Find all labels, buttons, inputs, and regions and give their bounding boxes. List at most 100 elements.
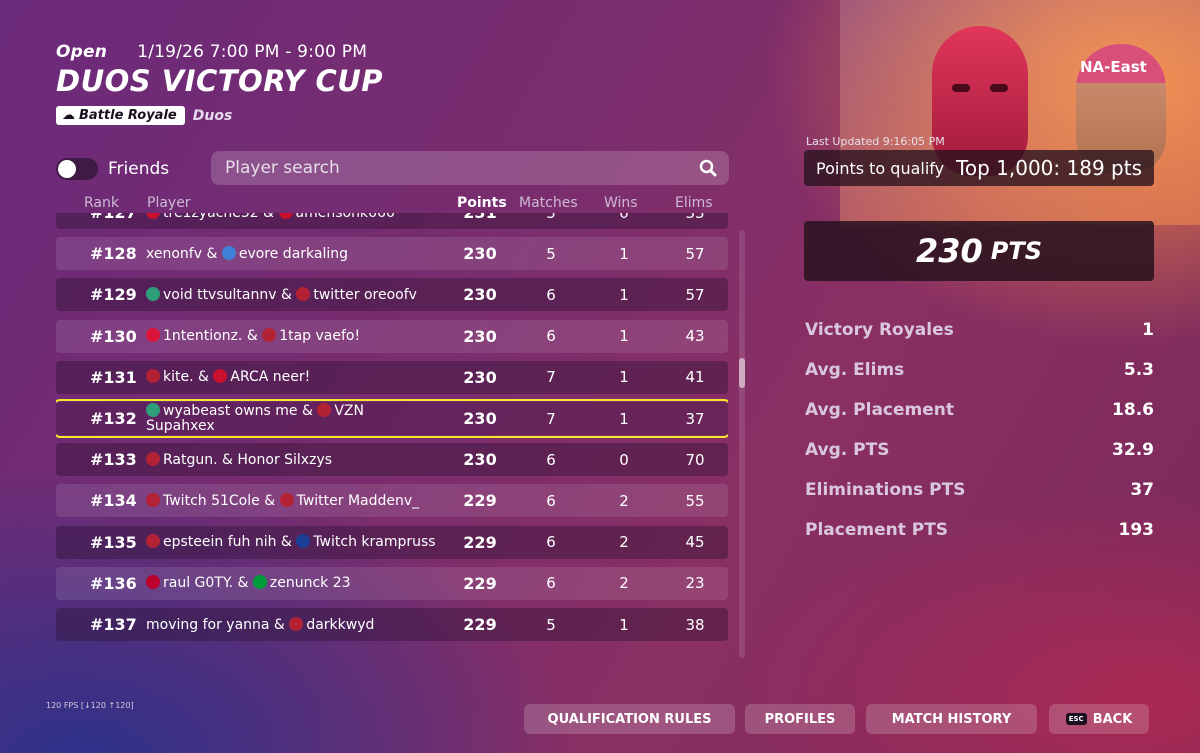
row-players: 1ntentionz. & 1tap vaefo! — [146, 320, 436, 353]
row-wins: 1 — [619, 409, 629, 428]
player-search-bar[interactable] — [211, 151, 729, 185]
row-players: void ttvsultannv & twitter oreoofv — [146, 278, 436, 311]
mode-sub: Duos — [192, 107, 233, 124]
friends-filter[interactable]: Friends — [56, 158, 169, 180]
leaderboard-row[interactable]: #127 tre1zyache32 & amensonk666 231 5 0 33 — [56, 213, 728, 229]
row-rank: #134 — [90, 491, 137, 511]
friends-label: Friends — [108, 159, 170, 179]
leaderboard-header: Rank Player Points Matches Wins Elims — [56, 195, 728, 213]
stat-value: 193 — [1118, 520, 1155, 540]
row-elims: 55 — [685, 491, 705, 510]
row-points: 229 — [463, 532, 497, 552]
qualification-rules-button[interactable]: QUALIFICATION RULES — [524, 704, 735, 734]
battle-bus-icon: ☁ — [62, 108, 75, 123]
row-points: 229 — [463, 615, 497, 634]
stat-label: Avg. PTS — [805, 440, 890, 460]
leaderboard-row[interactable]: #131 kite. & ARCA neer! 230 7 1 41 — [56, 360, 728, 394]
match-history-button[interactable]: MATCH HISTORY — [866, 704, 1037, 734]
row-matches: 7 — [546, 368, 556, 387]
leaderboard-row[interactable]: #135 epsteein fuh nih & Twitch krampruss 2… — [56, 525, 728, 559]
row-points: 231 — [456, 213, 504, 229]
leaderboard-row[interactable]: #134 Twitch 51Cole & Twitter Maddenv_ 229 6… — [56, 484, 728, 518]
qualify-label: Points to qualify — [816, 158, 945, 178]
player-1-name: tre1zyache32 — [163, 213, 259, 221]
player-2-name: twitter oreoofv — [313, 286, 417, 303]
row-elims: 70 — [685, 450, 705, 469]
mode-badge-label: Battle Royale — [79, 108, 177, 123]
leaderboard-row[interactable]: #128 xenonfv & evore darkaling 230 5 1 57 — [56, 237, 728, 271]
row-elims: 33 — [678, 213, 712, 229]
col-matches[interactable]: Matches — [519, 195, 578, 211]
row-rank: #131 — [90, 367, 137, 387]
row-matches: 6 — [546, 285, 556, 304]
flag-icon — [146, 492, 160, 507]
row-points: 229 — [463, 573, 497, 593]
friends-toggle[interactable] — [56, 158, 98, 180]
flag-icon — [146, 534, 160, 549]
col-points[interactable]: Points — [457, 195, 507, 211]
row-rank: #133 — [90, 450, 137, 470]
row-matches: 6 — [546, 574, 556, 593]
profiles-button[interactable]: PROFILES — [745, 704, 855, 734]
leaderboard-row[interactable]: #133 Ratgun. & Honor Silxzys 230 6 0 70 — [56, 443, 728, 477]
character-art — [840, 0, 1200, 225]
event-status: Open — [56, 42, 108, 62]
leaderboard-row[interactable]: #137 moving for yanna & darkkwyd 229 5 1 38 — [56, 608, 728, 641]
search-icon[interactable] — [699, 159, 717, 177]
row-elims: 37 — [685, 409, 705, 428]
row-players: wyabeast owns me & VZN Supahxex — [146, 403, 364, 434]
stat-label: Placement PTS — [805, 520, 949, 540]
match-history-label: MATCH HISTORY — [891, 711, 1012, 727]
player-2-name: evore darkaling — [238, 245, 349, 262]
player-1-name: Ratgun. — [163, 451, 218, 468]
player-search-input[interactable] — [223, 157, 667, 179]
row-matches: 5 — [546, 244, 556, 263]
qualify-value: Top 1,000: 189 pts — [956, 156, 1142, 180]
row-elims: 38 — [685, 615, 705, 634]
col-player: Player — [147, 195, 191, 211]
col-wins[interactable]: Wins — [604, 195, 638, 211]
stat-row: Victory Royales 1 — [805, 310, 1154, 350]
row-points: 230 — [463, 450, 497, 470]
region-label: NA-East — [1080, 58, 1147, 76]
last-updated: Last Updated 9:16:05 PM — [806, 135, 945, 148]
leaderboard-row[interactable]: #132 wyabeast owns me & VZN Supahxex 230 7 1… — [56, 399, 728, 438]
player-2-name: Twitch krampruss — [313, 534, 436, 551]
player-1-name: raul G0TY. — [163, 575, 234, 592]
points-to-qualify: Points to qualify Top 1,000: 189 pts — [804, 150, 1154, 186]
row-elims: 41 — [685, 368, 705, 387]
row-players: moving for yanna & darkkwyd — [146, 616, 375, 633]
event-status-line: Open 1/19/26 7:00 PM - 9:00 PM — [56, 42, 383, 62]
scroll-thumb[interactable] — [739, 358, 745, 388]
leaderboard-scrollbar[interactable] — [739, 230, 745, 658]
row-elims: 57 — [685, 285, 705, 304]
col-rank: Rank — [84, 195, 119, 211]
leaderboard-row[interactable]: #129 void ttvsultannv & twitter oreoofv 23… — [56, 278, 728, 312]
row-matches: 6 — [546, 450, 556, 469]
stat-value: 5.3 — [1123, 360, 1154, 380]
row-points: 230 — [463, 285, 497, 305]
back-button[interactable]: ESC BACK — [1049, 704, 1149, 734]
col-elims[interactable]: Elims — [675, 195, 713, 211]
leaderboard-row[interactable]: #136 raul G0TY. & zenunck 23 229 6 2 23 — [56, 566, 728, 600]
player-2-name: zenunck 23 — [269, 575, 351, 592]
row-points: 230 — [463, 326, 497, 346]
stat-row: Avg. PTS 32.9 — [805, 430, 1154, 470]
row-matches: 6 — [546, 491, 556, 510]
row-players: Twitch 51Cole & Twitter Maddenv_ — [146, 484, 436, 517]
player-2-name: amensonk666 — [296, 213, 395, 221]
row-players: xenonfv & evore darkaling — [146, 245, 349, 262]
stat-row: Avg. Elims 5.3 — [805, 350, 1154, 390]
row-players: raul G0TY. & zenunck 23 — [146, 567, 436, 600]
leaderboard-row[interactable]: #130 1ntentionz. & 1tap vaefo! 230 6 1 43 — [56, 319, 728, 353]
stat-label: Eliminations PTS — [805, 480, 966, 500]
player-1-name: epsteein fuh nih — [163, 534, 277, 551]
flag-icon — [296, 534, 311, 549]
player-1-name: 1ntentionz. — [163, 328, 243, 345]
player-1-name: moving for yanna — [146, 616, 270, 633]
row-wins: 2 — [619, 574, 629, 593]
row-elims: 57 — [685, 244, 705, 263]
total-points-value: 230 — [915, 232, 983, 270]
player-2-name: darkkwyd — [306, 616, 375, 633]
flag-icon — [221, 245, 236, 260]
